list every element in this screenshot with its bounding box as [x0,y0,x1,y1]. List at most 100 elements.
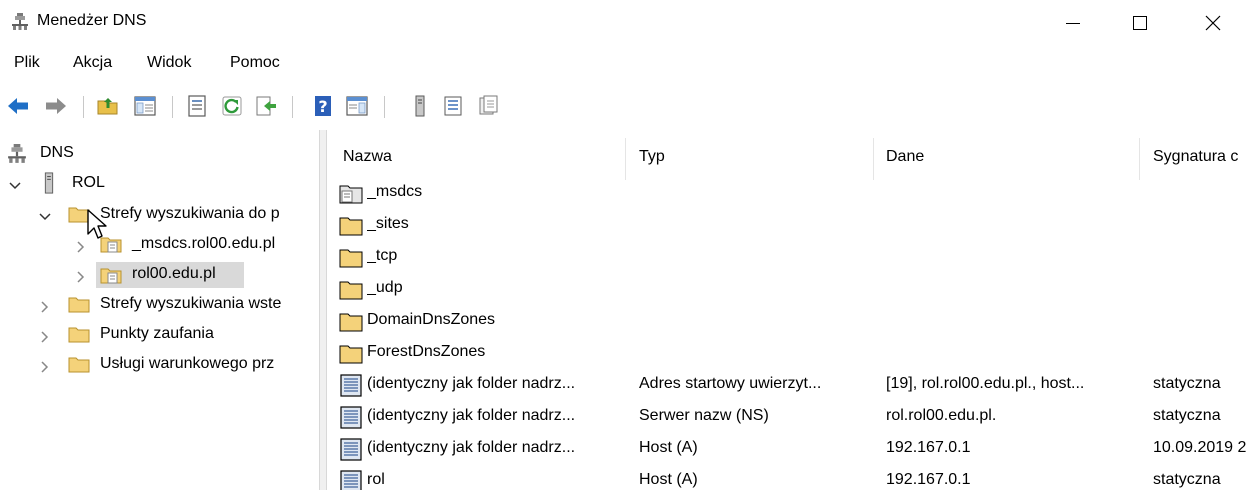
cell-name: _tcp [367,247,398,264]
tree-label-trust-points: Punkty zaufania [100,325,214,342]
tree-label-forward-zones: Strefy wyszukiwania do p [100,205,280,222]
cell-name: (identyczny jak folder nadrz... [367,375,576,392]
cell-data: [19], rol.rol00.edu.pl., host... [886,375,1085,392]
cell-type: Host (A) [639,471,698,488]
folder-icon [339,345,363,364]
show-console-tree-icon[interactable] [133,94,157,118]
tree-item-server[interactable]: ROL [0,172,319,200]
tree-item-zone-main[interactable]: rol00.edu.pl [0,262,319,290]
cell-data: 192.167.0.1 [886,439,971,456]
chevron-right-icon[interactable] [38,360,52,374]
minimize-button[interactable] [1050,0,1096,46]
dns-manager-app-icon [12,13,28,30]
record-icon [340,470,362,490]
records-list: Nazwa Typ Dane Sygnatura c _msdcs _sites _… [327,130,1259,490]
cell-name: DomainDnsZones [367,311,496,328]
cell-name: _msdcs [367,183,423,200]
tree-label-conditional-forwarders: Usługi warunkowego prz [100,355,275,372]
record-icon [340,374,362,397]
list-item[interactable]: rol Host (A) 192.167.0.1 statyczna [327,466,1259,490]
close-button[interactable] [1190,0,1236,46]
cell-name: (identyczny jak folder nadrz... [367,439,576,456]
tree-item-dns[interactable]: DNS [0,144,319,172]
back-icon[interactable] [6,94,30,118]
tree-item-conditional-forwarders[interactable]: Usługi warunkowego prz [0,352,319,380]
list-item[interactable]: (identyczny jak folder nadrz... Serwer na… [327,402,1259,433]
cell-type: Adres startowy uwierzyt... [639,375,822,392]
tree-item-forward-zones[interactable]: Strefy wyszukiwania do p [0,202,319,230]
cell-type: Serwer nazw (NS) [639,407,769,424]
cell-timestamp: 10.09.2019 2 [1153,439,1247,456]
pane-splitter[interactable] [319,130,327,490]
cell-timestamp: statyczna [1153,471,1221,488]
cell-data: rol.rol00.edu.pl. [886,407,997,424]
cell-type: Host (A) [639,439,698,456]
cell-name: _udp [367,279,403,296]
tree-item-reverse-zones[interactable]: Strefy wyszukiwania wste [0,292,319,320]
menu-help[interactable]: Pomoc [230,54,280,72]
show-action-pane-icon[interactable] [345,94,369,118]
chevron-right-icon[interactable] [38,330,52,344]
chevron-right-icon[interactable] [38,300,52,314]
forward-icon[interactable] [44,94,68,118]
server-icon [44,172,54,194]
list-item[interactable]: ForestDnsZones [327,338,1259,369]
cell-name: rol [367,471,385,488]
properties-icon[interactable] [185,94,209,118]
tree-label-dns: DNS [40,144,74,161]
cell-name: ForestDnsZones [367,343,486,360]
tree-item-trust-points[interactable]: Punkty zaufania [0,322,319,350]
tree-label-zone-msdcs: _msdcs.rol00.edu.pl [132,235,276,252]
tree-label-server: ROL [72,174,105,191]
list-item[interactable]: (identyczny jak folder nadrz... Host (A) 1… [327,434,1259,465]
chevron-right-icon[interactable] [74,240,88,254]
up-folder-icon[interactable] [96,94,120,118]
chevron-down-icon[interactable] [8,179,22,193]
maximize-icon [1133,16,1147,30]
cell-timestamp: statyczna [1153,407,1221,424]
folder-icon [68,297,90,313]
list-item[interactable]: _msdcs [327,178,1259,209]
column-header-timestamp[interactable]: Sygnatura c [1153,148,1238,166]
window-title: Menedżer DNS [37,12,147,29]
zone-list-icon[interactable] [441,94,465,118]
cell-timestamp: statyczna [1153,375,1221,392]
list-item[interactable]: _tcp [327,242,1259,273]
refresh-icon[interactable] [220,94,244,118]
column-header-data[interactable]: Dane [886,148,924,166]
menu-view[interactable]: Widok [147,54,191,72]
zone-details-icon[interactable] [476,94,500,118]
cell-name: (identyczny jak folder nadrz... [367,407,576,424]
tree-label-reverse-zones: Strefy wyszukiwania wste [100,295,282,312]
cell-data: 192.167.0.1 [886,471,971,488]
tree-item-zone-msdcs[interactable]: _msdcs.rol00.edu.pl [0,232,319,260]
toolbar: ? [0,90,1259,124]
menu-file[interactable]: Plik [14,54,40,72]
server-icon[interactable] [408,94,432,118]
help-icon[interactable]: ? [311,94,335,118]
folder-icon [339,313,363,332]
folder-icon [339,249,363,268]
chevron-right-icon[interactable] [74,270,88,284]
zone-icon [339,185,363,204]
maximize-button[interactable] [1117,0,1163,46]
list-item[interactable]: _sites [327,210,1259,241]
title-bar: Menedżer DNS [0,0,1259,46]
column-header-type[interactable]: Typ [639,148,665,166]
menu-action[interactable]: Akcja [73,54,112,72]
svg-text:?: ? [318,97,327,116]
folder-icon [68,357,90,373]
export-list-icon[interactable] [254,94,278,118]
list-item[interactable]: _udp [327,274,1259,305]
folder-icon [68,327,90,343]
mouse-cursor-icon [87,209,107,239]
column-header-name[interactable]: Nazwa [343,148,392,166]
list-item[interactable]: DomainDnsZones [327,306,1259,337]
chevron-down-icon[interactable] [38,210,52,224]
minimize-icon [1066,23,1080,24]
console-tree: DNS ROL Strefy wyszukiwania do p _msdcs.… [0,130,319,490]
list-item[interactable]: (identyczny jak folder nadrz... Adres sta… [327,370,1259,401]
folder-icon [339,281,363,300]
folder-icon [339,217,363,236]
tree-label-zone-main: rol00.edu.pl [132,265,216,282]
